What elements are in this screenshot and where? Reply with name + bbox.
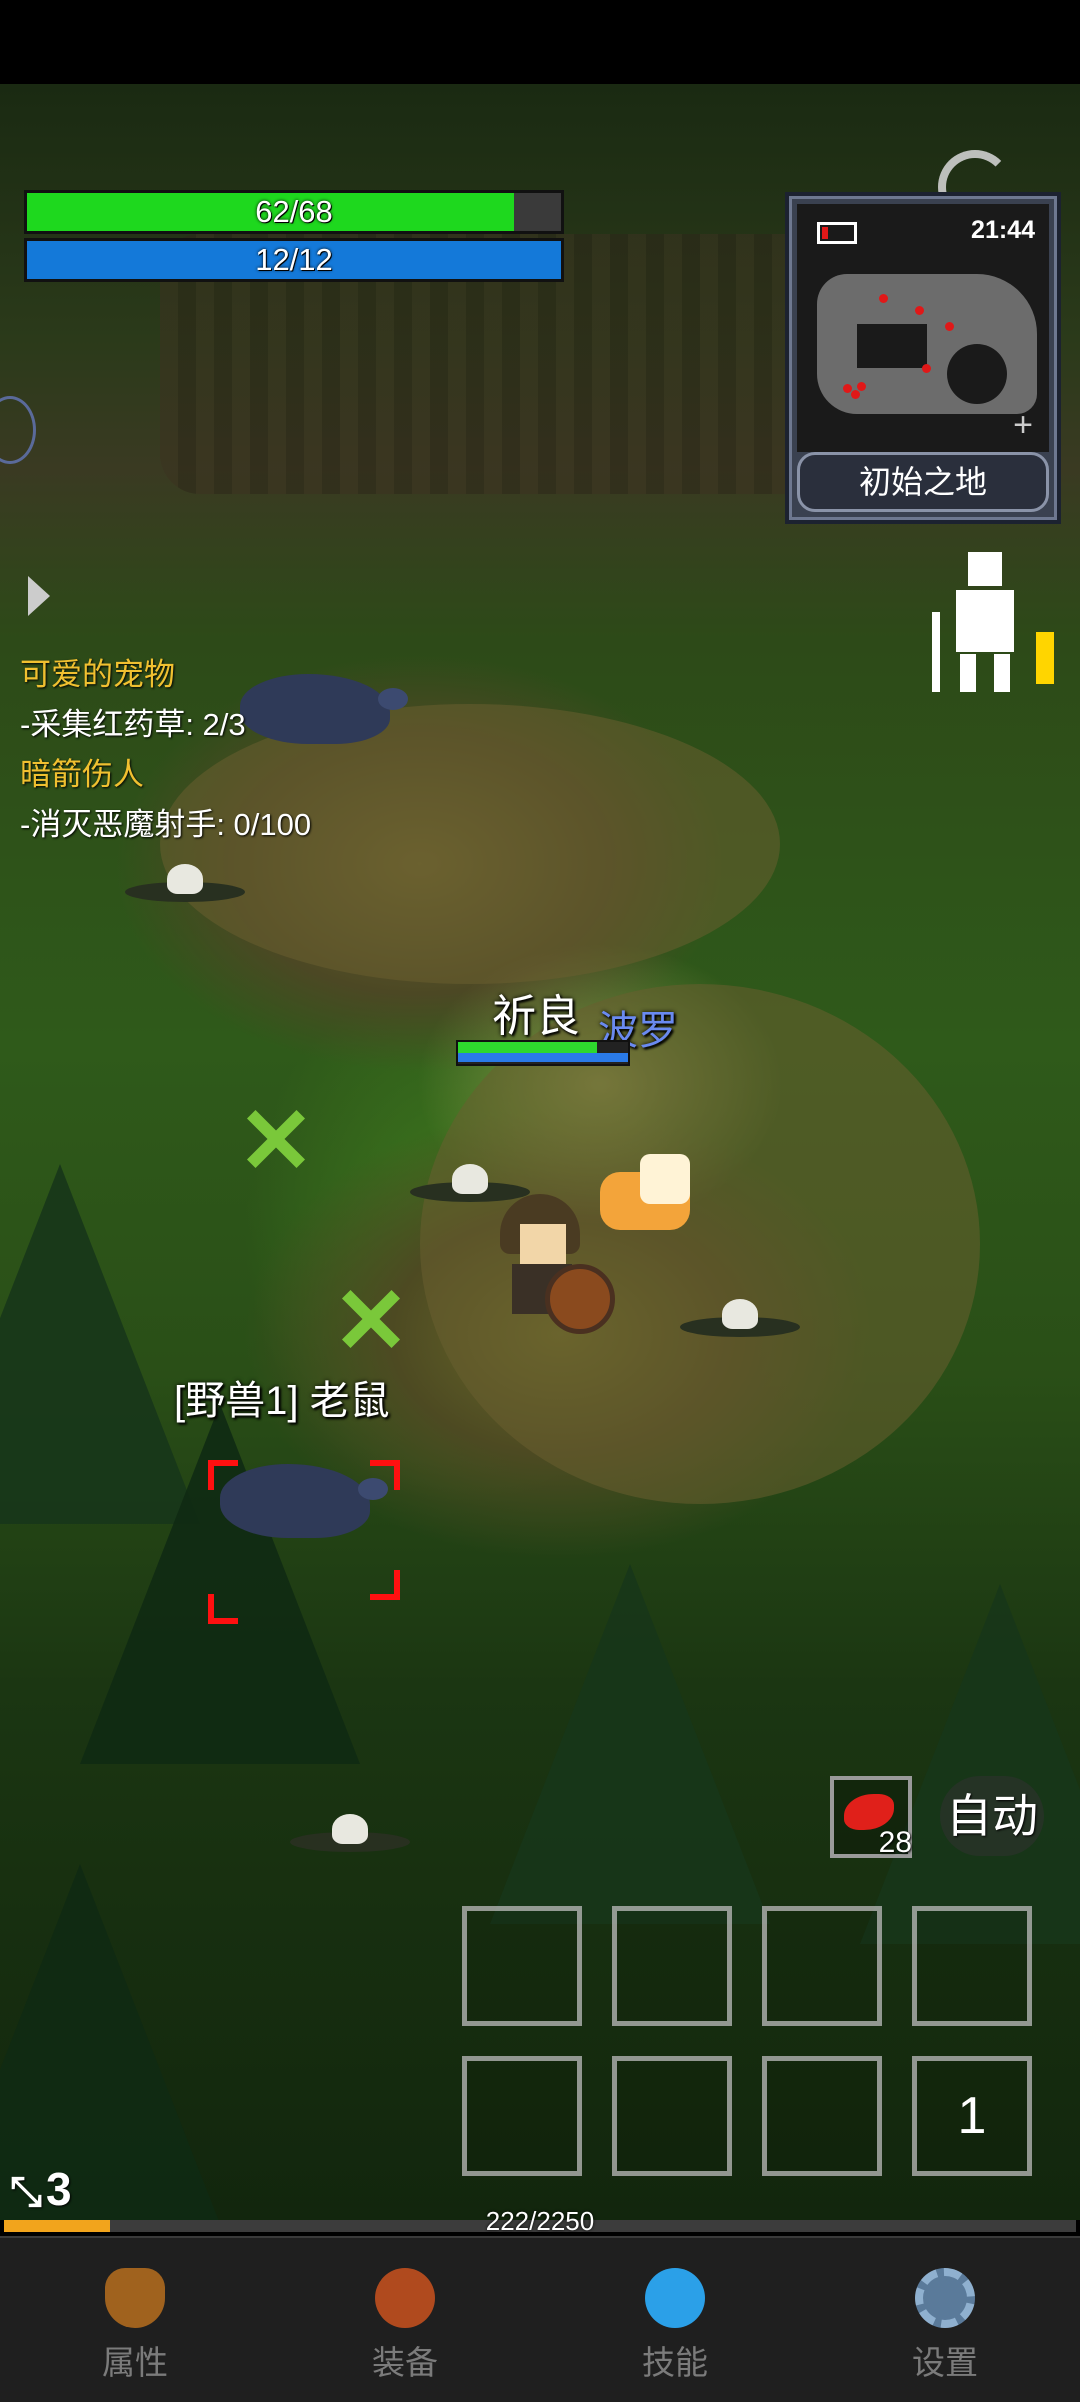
skill-slot[interactable] <box>612 1906 732 2026</box>
gem-icon <box>645 2268 705 2328</box>
minimap[interactable]: 21:44 + 初始之地 <box>785 192 1061 524</box>
bag-icon <box>375 2268 435 2328</box>
nav-settings[interactable]: 设置 <box>810 2238 1080 2402</box>
quest-task[interactable]: -采集红药草: 2/3 <box>20 700 311 750</box>
player-name: 祈良 <box>492 992 580 1041</box>
pine-tree <box>490 1564 770 1924</box>
pine-tree <box>860 1584 1080 1944</box>
nav-label: 技能 <box>642 2344 708 2381</box>
player-mini-bar <box>456 1040 630 1066</box>
target-bracket <box>370 1460 400 1490</box>
nav-skills[interactable]: 技能 <box>540 2238 810 2402</box>
nav-label: 设置 <box>912 2344 978 2381</box>
helmet-icon <box>105 2268 165 2328</box>
target-bracket <box>208 1594 238 1624</box>
mp-text: 12/12 <box>255 242 333 277</box>
red-herb-plant[interactable] <box>335 1284 405 1354</box>
quest-title[interactable]: 暗箭伤人 <box>20 750 311 800</box>
target-bracket <box>208 1460 238 1490</box>
bottom-nav: 属性 装备 技能 设置 <box>0 2236 1080 2402</box>
skill-slot[interactable] <box>462 1906 582 2026</box>
clock-time: 21:44 <box>971 216 1035 244</box>
pine-tree <box>80 1404 360 1764</box>
nav-label: 装备 <box>372 2344 438 2381</box>
quest-tracker[interactable]: 可爱的宠物 -采集红药草: 2/3 暗箭伤人 -消灭恶魔射手: 0/100 <box>20 650 311 850</box>
skill-slot-number: 1 <box>957 2087 987 2145</box>
pet-fox[interactable] <box>600 1154 696 1230</box>
skill-slot[interactable]: 1 <box>912 2056 1032 2176</box>
potion-quick-slot[interactable]: 28 <box>830 1776 912 1859</box>
status-bars: 62/68 12/12 <box>24 190 564 286</box>
skill-slot[interactable] <box>762 1906 882 2026</box>
auto-button[interactable]: 自动 <box>940 1776 1044 1856</box>
skull-pile <box>290 1814 410 1854</box>
character-equipment-icon[interactable] <box>928 552 1054 696</box>
hp-text: 62/68 <box>255 194 333 229</box>
enemy-label: [野兽1] 老鼠 <box>174 1379 390 1423</box>
expand-quest-icon[interactable] <box>28 576 50 616</box>
red-herb-icon <box>844 1794 894 1830</box>
battery-icon <box>817 222 857 244</box>
location-name: 初始之地 <box>797 452 1049 512</box>
mp-bar: 12/12 <box>24 238 564 282</box>
skill-slot[interactable] <box>462 2056 582 2176</box>
red-herb-plant[interactable] <box>240 1104 310 1174</box>
skill-slot[interactable] <box>912 1906 1032 2026</box>
hp-bar: 62/68 <box>24 190 564 234</box>
target-bracket <box>370 1570 400 1600</box>
nav-equipment[interactable]: 装备 <box>270 2238 540 2402</box>
player-character[interactable] <box>490 1194 615 1334</box>
zoom-plus-icon[interactable]: + <box>1013 408 1033 442</box>
minimap-view[interactable]: 21:44 + <box>797 204 1049 452</box>
gear-icon <box>915 2268 975 2328</box>
skull-pile <box>680 1299 800 1339</box>
skill-slot[interactable] <box>762 2056 882 2176</box>
skull-pile <box>125 864 245 904</box>
quest-task[interactable]: -消灭恶魔射手: 0/100 <box>20 800 311 850</box>
skill-slot[interactable] <box>612 2056 732 2176</box>
nav-attributes[interactable]: 属性 <box>0 2238 270 2402</box>
quest-title[interactable]: 可爱的宠物 <box>20 650 311 700</box>
nav-label: 属性 <box>102 2344 168 2381</box>
potion-count: 28 <box>878 1826 912 1859</box>
xp-text: 222/2250 <box>485 2206 595 2236</box>
